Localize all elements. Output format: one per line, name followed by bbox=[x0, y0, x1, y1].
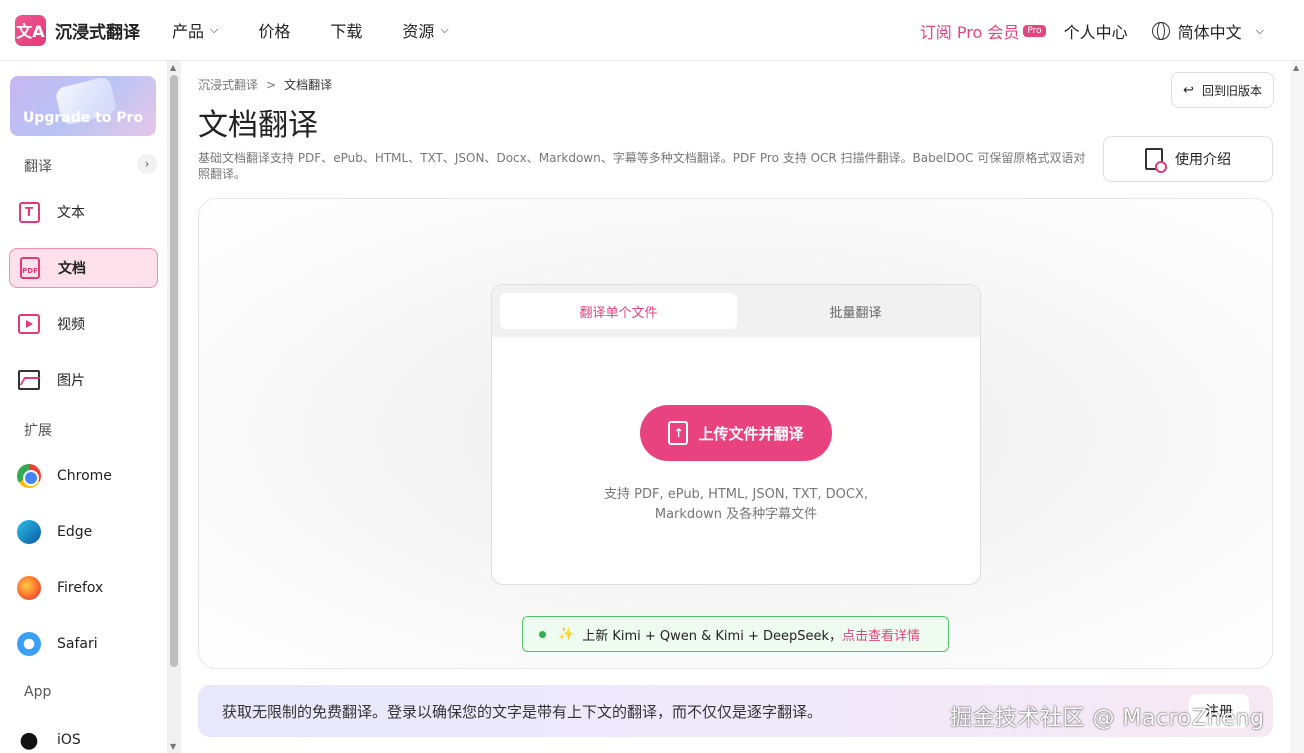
upload-panel: 翻译单个文件 批量翻译 ↑ 上传文件并翻译 支持 PDF, ePub, HTML… bbox=[491, 284, 981, 585]
subscribe-pro-link[interactable]: 订阅 Pro 会员 Pro bbox=[920, 19, 1046, 43]
sidebar-scrollbar[interactable]: ▲ ▼ bbox=[167, 61, 181, 753]
edge-icon bbox=[17, 520, 41, 544]
sidebar-item-safari[interactable]: Safari bbox=[9, 624, 158, 664]
tab-bar: 翻译单个文件 批量翻译 bbox=[492, 285, 980, 337]
tab-batch-translate[interactable]: 批量翻译 bbox=[737, 293, 974, 329]
sidebar-item-text[interactable]: T 文本 bbox=[9, 192, 158, 232]
old-version-button[interactable]: ↩ 回到旧版本 bbox=[1171, 72, 1274, 108]
header-actions: 订阅 Pro 会员 Pro 个人中心 简体中文 ⌵ bbox=[920, 0, 1264, 61]
party-popper-icon: ✨ bbox=[558, 626, 575, 642]
breadcrumb-home[interactable]: 沉浸式翻译 bbox=[198, 78, 258, 92]
chevron-down-icon: ⌵ bbox=[440, 23, 449, 36]
sidebar-item-image[interactable]: 图片 bbox=[9, 360, 158, 400]
chevron-right-icon[interactable]: › bbox=[137, 154, 157, 174]
firefox-icon bbox=[17, 576, 41, 600]
sidebar-item-ios[interactable]: ● iOS bbox=[9, 720, 158, 753]
page-scrollbar[interactable]: ▲ bbox=[1290, 61, 1304, 753]
language-selector[interactable]: 简体中文 ⌵ bbox=[1151, 19, 1264, 43]
breadcrumb-current: 文档翻译 bbox=[284, 78, 333, 92]
status-dot-icon bbox=[539, 630, 546, 638]
upload-translate-button[interactable]: ↑ 上传文件并翻译 bbox=[640, 405, 832, 461]
video-icon bbox=[18, 314, 40, 334]
scroll-up-arrow-icon[interactable]: ▲ bbox=[170, 63, 176, 72]
sidebar-item-chrome[interactable]: Chrome bbox=[9, 456, 158, 496]
nav-resources[interactable]: 资源 ⌵ bbox=[402, 18, 448, 42]
main-nav: 产品 ⌵ 价格 下载 资源 ⌵ bbox=[172, 18, 489, 42]
upload-file-icon: ↑ bbox=[668, 421, 689, 445]
nav-products[interactable]: 产品 ⌵ bbox=[172, 18, 218, 42]
globe-icon bbox=[1151, 21, 1170, 40]
top-navbar: 文A 沉浸式翻译 产品 ⌵ 价格 下载 资源 ⌵ 订阅 Pro 会员 Pro 个人中… bbox=[0, 0, 1304, 61]
news-details-link[interactable]: 点击查看详情 bbox=[842, 625, 920, 644]
image-icon bbox=[18, 370, 40, 390]
document-search-icon bbox=[1145, 148, 1167, 173]
sidebar-item-edge[interactable]: Edge bbox=[9, 512, 158, 552]
chrome-icon bbox=[17, 464, 41, 488]
section-extension: 扩展 bbox=[24, 423, 52, 439]
apple-icon: ● bbox=[19, 727, 39, 753]
back-arrow-icon: ↩ bbox=[1183, 82, 1194, 98]
pro-badge: Pro bbox=[1023, 24, 1046, 37]
section-translate: 翻译 bbox=[24, 159, 52, 175]
sidebar-item-firefox[interactable]: Firefox bbox=[9, 568, 158, 608]
text-icon: T bbox=[18, 201, 40, 223]
usage-guide-button[interactable]: 使用介绍 bbox=[1103, 136, 1273, 182]
scroll-down-arrow-icon[interactable]: ▼ bbox=[170, 742, 176, 751]
news-announcement[interactable]: ✨ 上新 Kimi + Qwen & Kimi + DeepSeek， 点击查看… bbox=[522, 616, 949, 652]
upgrade-label: Upgrade to Pro bbox=[22, 110, 144, 126]
logo-icon: 文A bbox=[15, 14, 46, 46]
tab-single-file[interactable]: 翻译单个文件 bbox=[500, 293, 737, 329]
safari-icon bbox=[17, 632, 41, 656]
nav-download[interactable]: 下载 bbox=[330, 18, 362, 42]
breadcrumb: 沉浸式翻译 > 文档翻译 bbox=[198, 78, 333, 92]
sidebar: Upgrade to Pro 翻译 › T 文本 PDF 文档 视频 图片 扩展… bbox=[0, 61, 166, 753]
supported-formats-text: 支持 PDF, ePub, HTML, JSON, TXT, DOCX, Mar… bbox=[603, 487, 869, 522]
page-title: 文档翻译 bbox=[198, 108, 318, 143]
logo-text: 沉浸式翻译 bbox=[55, 22, 140, 43]
chevron-down-icon: ⌵ bbox=[210, 23, 219, 36]
upgrade-to-pro-card[interactable]: Upgrade to Pro bbox=[10, 76, 156, 136]
section-app: App bbox=[24, 684, 52, 700]
user-center-link[interactable]: 个人中心 bbox=[1064, 19, 1128, 43]
sidebar-item-document[interactable]: PDF 文档 bbox=[9, 248, 158, 288]
sidebar-item-video[interactable]: 视频 bbox=[9, 304, 158, 344]
scrollbar-thumb[interactable] bbox=[170, 75, 178, 667]
logo[interactable]: 文A 沉浸式翻译 bbox=[15, 14, 140, 46]
page-description: 基础文档翻译支持 PDF、ePub、HTML、TXT、JSON、Docx、Mar… bbox=[198, 151, 1086, 181]
nav-pricing[interactable]: 价格 bbox=[258, 18, 290, 42]
watermark: 掘金技术社区 @ MacroZheng bbox=[950, 706, 1265, 731]
chevron-down-icon: ⌵ bbox=[1255, 23, 1264, 37]
pdf-document-icon: PDF bbox=[20, 257, 40, 279]
scroll-up-arrow-icon[interactable]: ▲ bbox=[1293, 63, 1299, 72]
